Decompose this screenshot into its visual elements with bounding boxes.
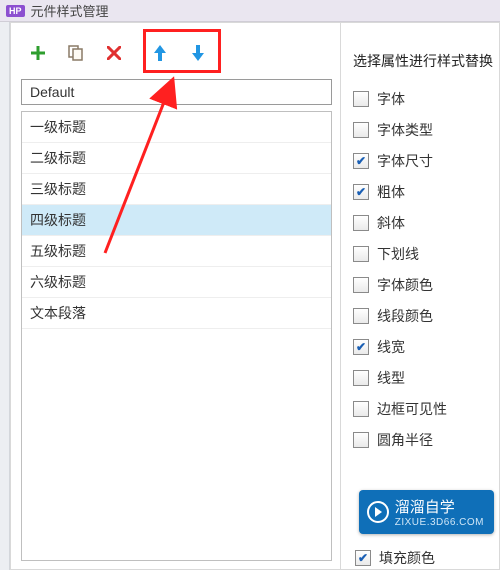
attribute-label: 圆角半径 <box>377 430 433 450</box>
attribute-label: 字体 <box>377 89 405 109</box>
checkbox[interactable] <box>353 91 369 107</box>
delete-button[interactable] <box>103 42 125 64</box>
attribute-row: 下划线 <box>353 244 495 264</box>
attribute-label: 字体颜色 <box>377 275 433 295</box>
checkbox[interactable] <box>353 184 369 200</box>
left-pane: Default 一级标题二级标题三级标题四级标题五级标题六级标题文本段落 <box>11 23 341 569</box>
attribute-row: 线段颜色 <box>353 306 495 326</box>
window-left-border <box>0 22 10 570</box>
attribute-label: 字体类型 <box>377 120 433 140</box>
window-titlebar: HP 元件样式管理 <box>0 0 500 22</box>
checkbox[interactable] <box>353 432 369 448</box>
style-list: 一级标题二级标题三级标题四级标题五级标题六级标题文本段落 <box>21 111 332 561</box>
attribute-row: 线型 <box>353 368 495 388</box>
arrow-up-icon <box>153 44 167 62</box>
right-panel-title: 选择属性进行样式替换 <box>353 51 495 71</box>
copy-icon <box>68 45 84 61</box>
app-badge: HP <box>6 5 25 17</box>
attribute-row: 字体类型 <box>353 120 495 140</box>
style-list-item[interactable]: 四级标题 <box>22 205 331 236</box>
attribute-row: 字体颜色 <box>353 275 495 295</box>
attribute-label: 斜体 <box>377 213 405 233</box>
move-up-button[interactable] <box>149 42 171 64</box>
copy-button[interactable] <box>65 42 87 64</box>
checkbox[interactable] <box>353 215 369 231</box>
play-icon <box>367 501 389 523</box>
style-list-item[interactable]: 一级标题 <box>22 112 331 143</box>
checkbox[interactable] <box>353 122 369 138</box>
style-list-item[interactable]: 二级标题 <box>22 143 331 174</box>
plus-icon <box>30 45 46 61</box>
attribute-label: 下划线 <box>377 244 419 264</box>
attribute-label: 线宽 <box>377 337 405 357</box>
attribute-label: 线段颜色 <box>377 306 433 326</box>
checkbox[interactable] <box>355 550 371 566</box>
checkbox[interactable] <box>353 401 369 417</box>
attribute-label: 粗体 <box>377 182 405 202</box>
right-pane: 选择属性进行样式替换 字体字体类型字体尺寸粗体斜体下划线字体颜色线段颜色线宽线型… <box>341 23 499 569</box>
checkbox[interactable] <box>353 308 369 324</box>
default-style-label[interactable]: Default <box>21 79 332 105</box>
attribute-label: 填充颜色 <box>379 548 435 568</box>
attribute-row: 斜体 <box>353 213 495 233</box>
style-list-item[interactable]: 文本段落 <box>22 298 331 329</box>
add-button[interactable] <box>27 42 49 64</box>
attribute-row: 粗体 <box>353 182 495 202</box>
style-list-item[interactable]: 五级标题 <box>22 236 331 267</box>
style-list-item[interactable]: 三级标题 <box>22 174 331 205</box>
attribute-label: 边框可见性 <box>377 399 447 419</box>
checkbox[interactable] <box>353 277 369 293</box>
move-down-button[interactable] <box>187 42 209 64</box>
watermark-url: ZIXUE.3D66.COM <box>395 517 484 528</box>
attribute-label: 字体尺寸 <box>377 151 433 171</box>
content-area: Default 一级标题二级标题三级标题四级标题五级标题六级标题文本段落 选择属… <box>0 22 500 570</box>
checkbox[interactable] <box>353 153 369 169</box>
reorder-buttons <box>141 38 217 68</box>
x-icon <box>107 46 121 60</box>
attribute-row: 边框可见性 <box>353 399 495 419</box>
attribute-checklist: 字体字体类型字体尺寸粗体斜体下划线字体颜色线段颜色线宽线型边框可见性圆角半径 <box>353 89 495 450</box>
attribute-row: 圆角半径 <box>353 430 495 450</box>
style-list-item[interactable]: 六级标题 <box>22 267 331 298</box>
attribute-row: 字体尺寸 <box>353 151 495 171</box>
attribute-label: 线型 <box>377 368 405 388</box>
attribute-row: 线宽 <box>353 337 495 357</box>
main-panel: Default 一级标题二级标题三级标题四级标题五级标题六级标题文本段落 选择属… <box>10 22 500 570</box>
watermark-badge: 溜溜自学 ZIXUE.3D66.COM <box>359 490 494 534</box>
checkbox[interactable] <box>353 370 369 386</box>
watermark-brand: 溜溜自学 <box>395 499 455 516</box>
arrow-down-icon <box>191 44 205 62</box>
attribute-row: 字体 <box>353 89 495 109</box>
window-title: 元件样式管理 <box>31 1 109 20</box>
checkbox[interactable] <box>353 339 369 355</box>
cropped-attribute-row: 填充颜色 <box>355 548 435 568</box>
checkbox[interactable] <box>353 246 369 262</box>
toolbar <box>21 33 332 73</box>
